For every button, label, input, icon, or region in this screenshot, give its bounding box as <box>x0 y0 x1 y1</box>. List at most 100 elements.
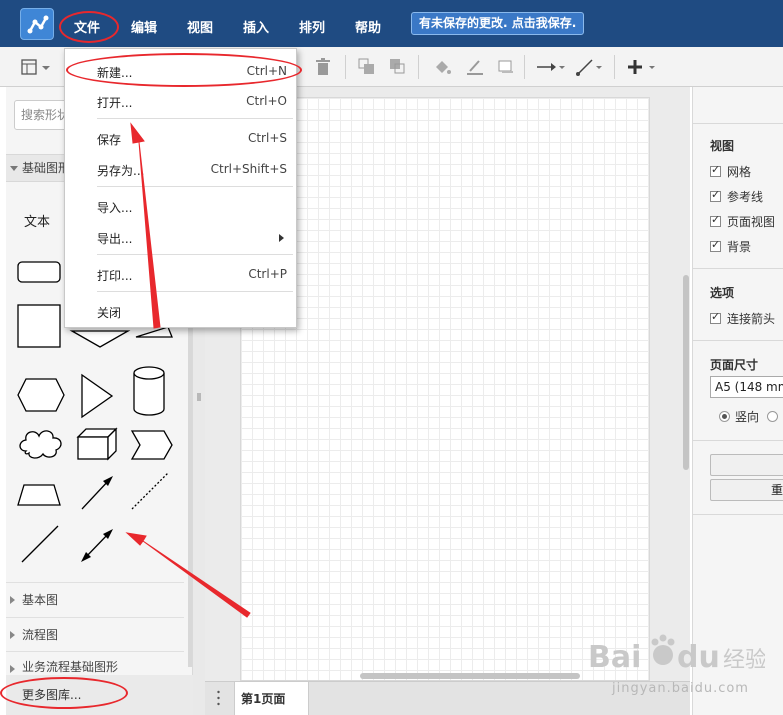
library-business-process[interactable]: 业务流程基础图形 <box>6 651 184 675</box>
checkbox-icon <box>710 188 721 202</box>
menu-save[interactable]: 保存 Ctrl+S <box>65 123 296 153</box>
view-section-title: 视图 <box>710 139 735 153</box>
checkbox-label: 参考线 <box>727 190 764 204</box>
panel-button-1[interactable] <box>710 454 783 476</box>
menu-arrange[interactable]: 排列 <box>299 17 325 36</box>
svg-text:经验: 经验 <box>723 648 765 673</box>
menu-label: 打印... <box>97 269 133 283</box>
shape-cloud <box>19 430 62 459</box>
menu-label: 保存 <box>97 133 122 147</box>
checkbox-label: 网格 <box>727 165 752 179</box>
panel-divider <box>693 514 783 515</box>
delete-icon[interactable] <box>314 57 332 77</box>
background-checkbox[interactable]: 背景 <box>710 238 751 254</box>
toolbar-divider <box>418 55 419 79</box>
grid-checkbox[interactable]: 网格 <box>710 163 751 179</box>
landscape-radio[interactable] <box>766 410 783 424</box>
annotation-circle-more-libraries <box>0 677 128 709</box>
panel-divider <box>693 340 783 341</box>
to-front-icon[interactable] <box>357 57 377 77</box>
page-tab-1[interactable]: 第1页面 <box>234 682 309 715</box>
shape-square <box>17 304 61 348</box>
menu-shortcut: Ctrl+S <box>247 131 287 145</box>
panel-divider <box>693 440 783 441</box>
unsaved-changes-button[interactable]: 有未保存的更改. 点击我保存. <box>411 12 585 35</box>
portrait-radio[interactable]: 竖向 <box>719 410 759 424</box>
format-panel-icon[interactable] <box>20 57 52 77</box>
menu-print[interactable]: 打印... Ctrl+P <box>65 259 296 289</box>
shape-diamond-partial <box>69 330 131 348</box>
library-label: 业务流程基础图形 <box>22 660 119 674</box>
page-menu-icon[interactable] <box>217 690 220 706</box>
shape-parallelogram-partial <box>135 326 173 338</box>
menu-import[interactable]: 导入... <box>65 191 296 221</box>
canvas-horizontal-scrollbar[interactable] <box>360 673 580 679</box>
menu-open[interactable]: 打开... Ctrl+O <box>65 86 296 116</box>
menu-label: 打开... <box>97 96 133 110</box>
shape-trapezoid <box>17 484 61 506</box>
menu-label: 关闭 <box>97 306 122 320</box>
svg-text:Bai: Bai <box>588 640 641 675</box>
shape-rounded-rectangle <box>17 261 61 283</box>
menu-separator <box>97 118 293 119</box>
page-view-checkbox[interactable]: 页面视图 <box>710 213 775 229</box>
menu-help[interactable]: 帮助 <box>355 17 381 36</box>
shape-cube-front <box>77 436 109 460</box>
menu-label: 另存为... <box>97 164 145 178</box>
canvas-vertical-scrollbar[interactable] <box>683 275 689 470</box>
shape-dotted-line <box>131 472 169 510</box>
fill-color-icon[interactable] <box>432 57 452 77</box>
format-panel: 视图 网格 参考线 页面视图 背景 选项 连接箭头 页面尺寸 A5 (148 m… <box>692 87 783 715</box>
menu-insert[interactable]: 插入 <box>243 17 269 36</box>
basic-shapes-label: 基础图形 <box>22 161 71 175</box>
menu-export[interactable]: 导出... <box>65 222 296 252</box>
checkbox-label: 页面视图 <box>727 215 776 229</box>
menu-close[interactable]: 关闭 <box>65 296 296 326</box>
shape-hexagon <box>17 378 65 412</box>
watermark-text: jingyan.baidu.com <box>612 681 749 696</box>
file-menu-dropdown: 新建... Ctrl+N 打开... Ctrl+O 保存 Ctrl+S 另存为... C… <box>64 48 297 328</box>
toolbar-divider <box>524 55 525 79</box>
insert-plus-icon[interactable] <box>627 57 661 77</box>
options-section-title: 选项 <box>710 286 735 300</box>
shadow-icon[interactable] <box>496 57 516 77</box>
menu-shortcut: Ctrl+O <box>246 94 287 108</box>
line-color-icon[interactable] <box>465 57 485 77</box>
menu-view[interactable]: 视图 <box>187 17 213 36</box>
menu-label: 导入... <box>97 201 133 215</box>
to-back-icon[interactable] <box>388 57 408 77</box>
waypoints-icon[interactable] <box>575 57 607 77</box>
panel-divider <box>693 268 783 269</box>
connection-style-icon[interactable] <box>535 57 567 77</box>
checkbox-icon <box>710 213 721 227</box>
checkbox-icon <box>710 238 721 252</box>
connection-arrows-checkbox[interactable]: 连接箭头 <box>710 310 775 326</box>
shape-step <box>130 430 173 460</box>
radio-icon <box>766 411 778 422</box>
library-flowchart[interactable]: 流程图 <box>6 617 184 651</box>
shape-line <box>21 525 59 563</box>
page-size-title: 页面尺寸 <box>710 358 759 372</box>
panel-divider <box>693 123 783 124</box>
shape-triangle <box>81 373 114 419</box>
library-basic[interactable]: 基本图 <box>6 582 184 616</box>
menu-separator <box>97 254 293 255</box>
svg-text:du: du <box>677 640 720 675</box>
annotation-circle-file-menu <box>59 11 119 43</box>
menu-save-as[interactable]: 另存为... Ctrl+Shift+S <box>65 154 296 184</box>
shape-text[interactable]: 文本 <box>24 211 50 230</box>
search-placeholder: 搜索形状 <box>21 108 70 122</box>
toolbar-divider <box>345 55 346 79</box>
orientation-radio-group: 竖向 <box>719 408 783 424</box>
annotation-circle-new <box>66 53 302 87</box>
collapse-icon <box>10 631 15 639</box>
panel-button-2[interactable]: 重 <box>710 479 783 501</box>
toolbar-divider <box>614 55 615 79</box>
checkbox-icon <box>710 163 721 177</box>
menu-shortcut: Ctrl+P <box>248 267 287 281</box>
app-logo-icon[interactable] <box>20 8 54 40</box>
menu-edit[interactable]: 编辑 <box>131 17 157 36</box>
diagram-page[interactable] <box>240 97 650 681</box>
page-size-select[interactable]: A5 (148 mm <box>710 376 783 398</box>
guides-checkbox[interactable]: 参考线 <box>710 188 763 204</box>
